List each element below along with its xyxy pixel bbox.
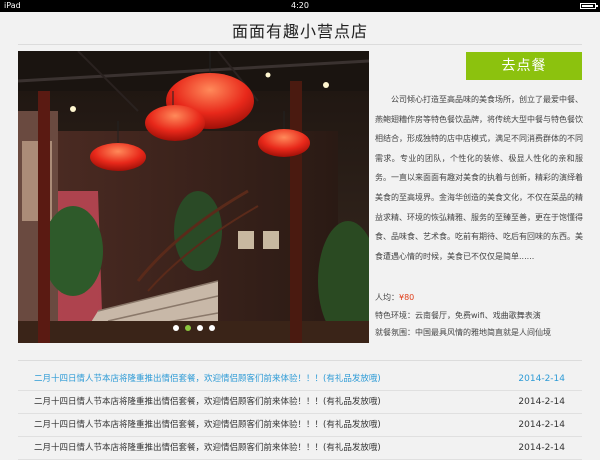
news-title: 二月十四日情人节本店将隆重推出情侣套餐，欢迎情侣顾客们前来体验！！！(有礼品发放… bbox=[34, 374, 381, 384]
order-button[interactable]: 去点餐 bbox=[466, 52, 582, 80]
news-item[interactable]: 二月十四日情人节本店将隆重推出情侣套餐，欢迎情侣顾客们前来体验！！！(有礼品发放… bbox=[18, 391, 582, 414]
title-divider bbox=[18, 44, 582, 45]
news-item[interactable]: 二月十四日情人节本店将隆重推出情侣套餐，欢迎情侣顾客们前来体验！！！(有礼品发放… bbox=[18, 414, 582, 437]
page-title: 面面有趣小营点店 bbox=[231, 22, 368, 41]
atmosphere-info: 就餐氛围：中国最具风情的雅地简直就是人间仙境 bbox=[375, 328, 551, 337]
section-divider bbox=[18, 360, 582, 361]
carousel-dot[interactable] bbox=[196, 325, 203, 331]
environment-info: 特色环境：云南餐厅，免费wifi、戏曲歌舞表演 bbox=[375, 311, 541, 320]
news-title: 二月十四日情人节本店将隆重推出情侣套餐，欢迎情侣顾客们前来体验！！！(有礼品发放… bbox=[34, 420, 381, 430]
average-price: 人均：¥80 bbox=[375, 292, 414, 304]
average-price-value: ¥80 bbox=[399, 293, 415, 302]
news-item[interactable]: 二月十四日情人节本店将隆重推出情侣套餐，欢迎情侣顾客们前来体验！！！(有礼品发放… bbox=[18, 368, 582, 391]
battery-icon bbox=[580, 3, 598, 9]
restaurant-photo bbox=[18, 51, 369, 343]
average-price-label: 人均： bbox=[375, 293, 399, 302]
carousel-dot[interactable] bbox=[208, 325, 215, 331]
carousel-dots bbox=[18, 325, 369, 331]
news-list: 二月十四日情人节本店将隆重推出情侣套餐，欢迎情侣顾客们前来体验！！！(有礼品发放… bbox=[18, 368, 582, 460]
carousel-dot[interactable] bbox=[172, 325, 179, 331]
news-title: 二月十四日情人节本店将隆重推出情侣套餐，欢迎情侣顾客们前来体验！！！(有礼品发放… bbox=[34, 397, 381, 407]
news-title: 二月十四日情人节本店将隆重推出情侣套餐，欢迎情侣顾客们前来体验！！！(有礼品发放… bbox=[34, 443, 381, 453]
news-item[interactable]: 二月十四日情人节本店将隆重推出情侣套餐，欢迎情侣顾客们前来体验！！！(有礼品发放… bbox=[18, 437, 582, 460]
news-date: 2014-2-14 bbox=[518, 443, 565, 453]
restaurant-photo-carousel[interactable] bbox=[18, 51, 369, 343]
news-date: 2014-2-14 bbox=[518, 397, 565, 407]
clock: 4:20 bbox=[291, 1, 309, 10]
restaurant-description: 公司倾心打造至高品味的美食场所，创立了最爱中餐、燕鲍翅糟作房等特色餐饮品牌，将传… bbox=[375, 95, 583, 261]
news-date: 2014-2-14 bbox=[518, 374, 565, 384]
carousel-dot[interactable] bbox=[184, 325, 191, 331]
news-date: 2014-2-14 bbox=[518, 420, 565, 430]
status-bar: iPad 4:20 bbox=[0, 0, 600, 12]
